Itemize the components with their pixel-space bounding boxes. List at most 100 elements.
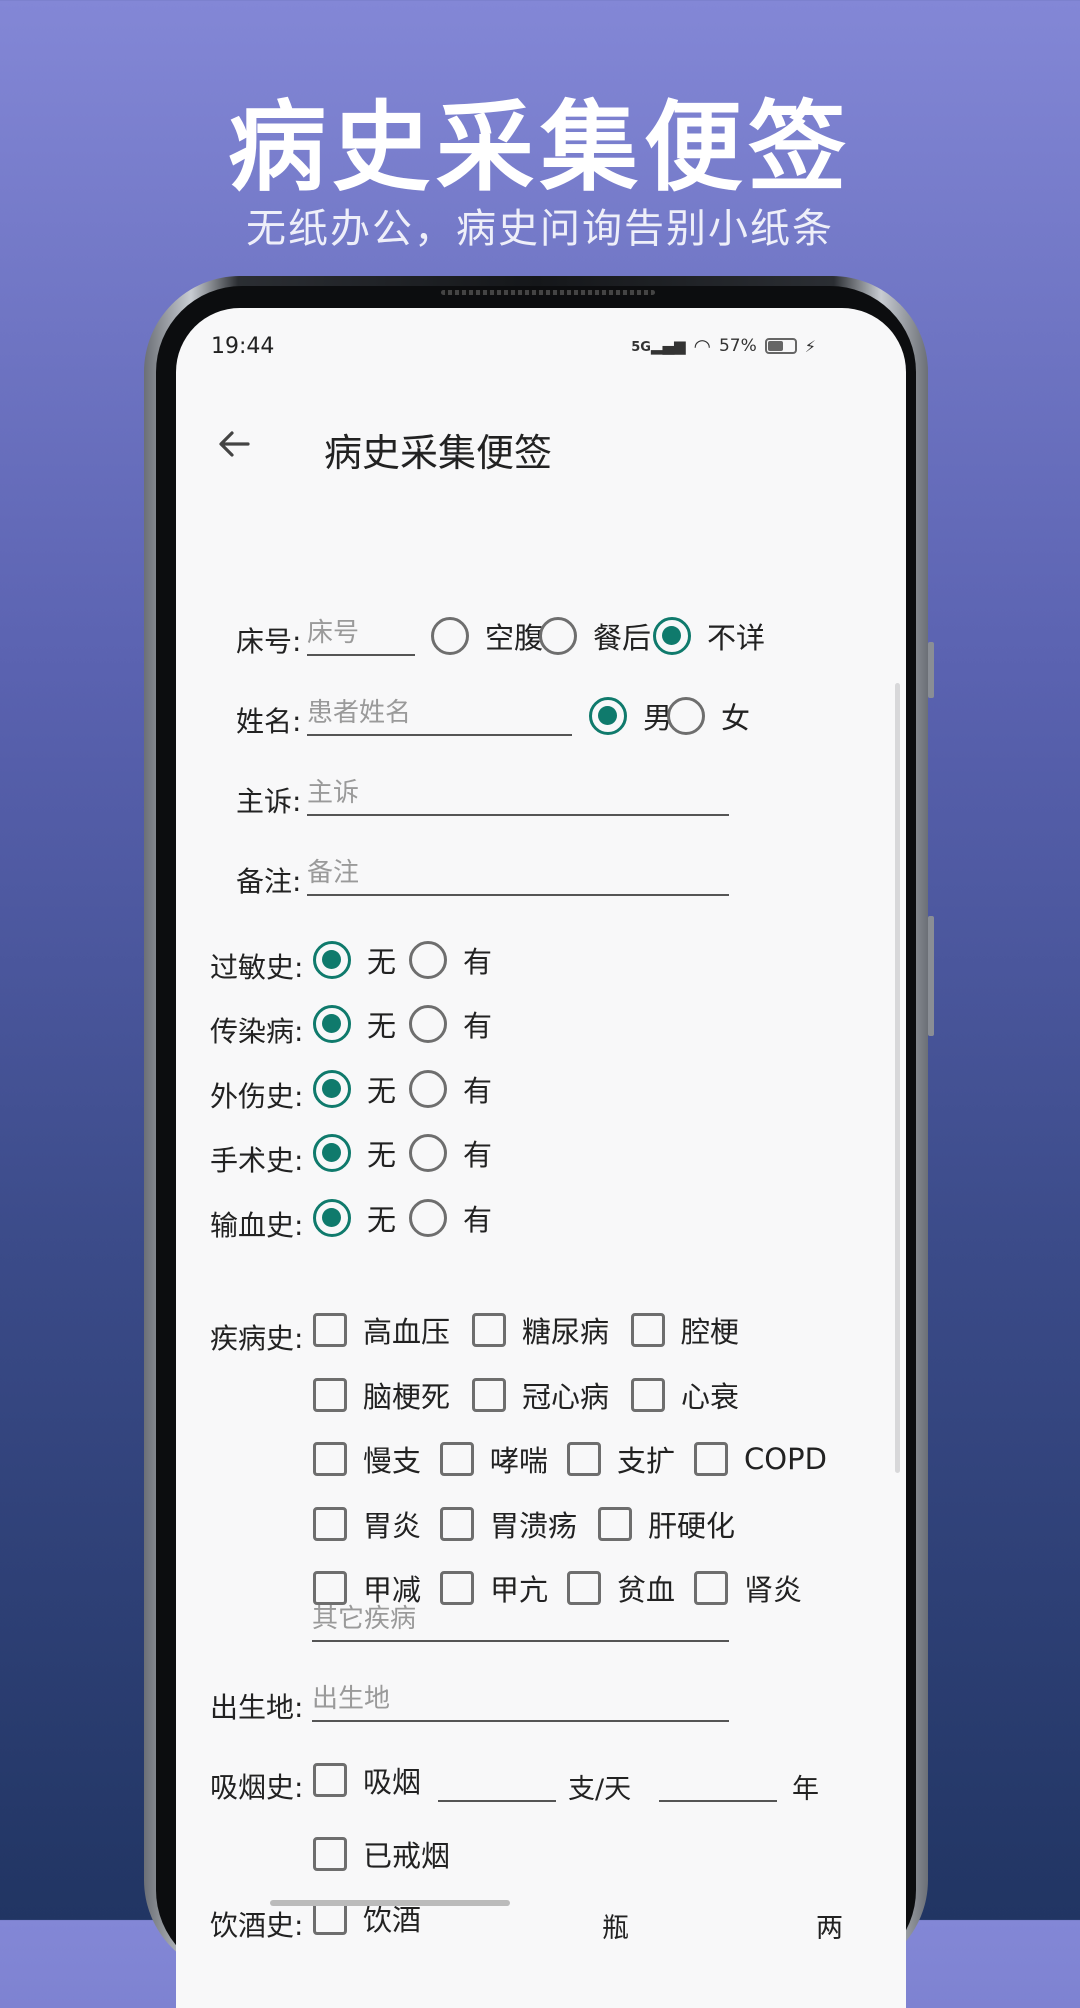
checkbox-disease[interactable]: 糖尿病 (472, 1310, 609, 1350)
radio-unknown-circle[interactable] (653, 617, 691, 655)
radio-history-yes-label: 有 (463, 1203, 493, 1237)
drinking-unit-liang: 两 (816, 1913, 843, 1944)
home-indicator[interactable] (270, 1900, 510, 1906)
checkbox-disease-label: 心衰 (681, 1380, 740, 1414)
radio-male[interactable]: 男 (589, 696, 672, 736)
radio-history-yes[interactable]: 有 (409, 1133, 492, 1173)
bed-label: 床号: (236, 625, 302, 658)
radio-history-yes[interactable]: 有 (409, 940, 492, 980)
promo-title: 病史采集便签 (227, 91, 852, 205)
radio-fasting[interactable]: 空腹 (431, 616, 543, 656)
checkbox-disease-box[interactable] (694, 1442, 728, 1476)
checkbox-disease[interactable]: 哮喘 (440, 1439, 548, 1479)
app-screen: 19:44 5G▂▄▆ ◠ 57% ⚡ 病史采集便签 床号: 床号 空腹 餐后 … (176, 308, 906, 2008)
radio-history-yes[interactable]: 有 (409, 1198, 492, 1238)
radio-history-yes-circle[interactable] (409, 1134, 447, 1172)
checkbox-disease-box[interactable] (313, 1378, 347, 1412)
radio-history-yes-circle[interactable] (409, 1005, 447, 1043)
checkbox-disease[interactable]: COPD (694, 1439, 827, 1479)
checkbox-disease[interactable]: 高血压 (313, 1310, 450, 1350)
radio-history-no-label: 无 (367, 1203, 397, 1237)
radio-history-yes[interactable]: 有 (409, 1069, 492, 1109)
checkbox-smoking-box[interactable] (313, 1763, 347, 1797)
checkbox-disease[interactable]: 心衰 (631, 1375, 739, 1415)
radio-history-no[interactable]: 无 (313, 1133, 396, 1173)
radio-female-label: 女 (721, 701, 751, 735)
checkbox-disease-box[interactable] (472, 1378, 506, 1412)
other-disease-input[interactable] (312, 1600, 729, 1638)
radio-female-circle[interactable] (667, 697, 705, 735)
name-input[interactable] (307, 694, 572, 732)
checkbox-disease-box[interactable] (631, 1378, 665, 1412)
remark-field (307, 854, 729, 896)
checkbox-disease-box[interactable] (440, 1507, 474, 1541)
smoking-years-input[interactable] (659, 1760, 777, 1798)
radio-unknown[interactable]: 不详 (653, 616, 765, 656)
checkbox-disease[interactable]: 冠心病 (472, 1375, 609, 1415)
radio-history-no-circle[interactable] (313, 1134, 351, 1172)
radio-history-no-label: 无 (367, 1074, 397, 1108)
checkbox-disease[interactable]: 腔梗 (631, 1310, 739, 1350)
checkbox-disease[interactable]: 胃炎 (313, 1504, 421, 1544)
radio-history-yes[interactable]: 有 (409, 1004, 492, 1044)
radio-history-no[interactable]: 无 (313, 940, 396, 980)
checkbox-disease[interactable]: 肝硬化 (598, 1504, 735, 1544)
checkbox-drinking-box[interactable] (313, 1901, 347, 1935)
complaint-field (307, 774, 729, 816)
history-label: 传染病: (210, 1015, 304, 1048)
checkbox-disease-box[interactable] (598, 1507, 632, 1541)
status-time: 19:44 (211, 334, 275, 359)
bed-input[interactable] (307, 614, 415, 652)
radio-fasting-circle[interactable] (431, 617, 469, 655)
checkbox-disease-box[interactable] (440, 1442, 474, 1476)
cigarettes-per-day-input[interactable] (438, 1760, 556, 1798)
checkbox-disease-label: 糖尿病 (522, 1315, 610, 1349)
drinking-label: 饮酒史: (210, 1909, 304, 1942)
complaint-input[interactable] (307, 774, 729, 812)
checkbox-disease[interactable]: 支扩 (567, 1439, 675, 1479)
radio-history-yes-label: 有 (463, 1009, 493, 1043)
checkbox-disease-label: COPD (744, 1442, 827, 1476)
radio-history-no-circle[interactable] (313, 1005, 351, 1043)
arrow-left-icon[interactable] (214, 424, 254, 464)
radio-history-yes-circle[interactable] (409, 1070, 447, 1108)
name-field (307, 694, 572, 736)
checkbox-disease-box[interactable] (567, 1442, 601, 1476)
cigarettes-unit: 支/天 (568, 1774, 632, 1805)
radio-history-no[interactable]: 无 (313, 1069, 396, 1109)
checkbox-disease-box[interactable] (313, 1442, 347, 1476)
promo-subtitle: 无纸办公，病史问询告别小纸条 (246, 206, 834, 252)
birthplace-input[interactable] (312, 1680, 729, 1718)
radio-history-yes-circle[interactable] (409, 941, 447, 979)
checkbox-disease[interactable]: 脑梗死 (313, 1375, 450, 1415)
checkbox-quit-smoking-box[interactable] (313, 1837, 347, 1871)
history-label: 手术史: (210, 1144, 304, 1177)
history-label: 过敏史: (210, 951, 304, 984)
checkbox-disease-box[interactable] (472, 1313, 506, 1347)
form-content: 床号: 空腹 餐后 不详 姓名: 男 (176, 504, 906, 2008)
radio-history-no[interactable]: 无 (313, 1198, 396, 1238)
checkbox-disease[interactable]: 胃溃疡 (440, 1504, 577, 1544)
radio-female[interactable]: 女 (667, 696, 750, 736)
radio-postprandial[interactable]: 餐后 (539, 616, 651, 656)
radio-postprandial-circle[interactable] (539, 617, 577, 655)
radio-history-no-circle[interactable] (313, 1070, 351, 1108)
radio-history-no-circle[interactable] (313, 941, 351, 979)
checkbox-disease-box[interactable] (313, 1313, 347, 1347)
battery-icon (764, 338, 797, 354)
checkbox-smoking[interactable]: 吸烟 (313, 1760, 421, 1800)
radio-male-circle[interactable] (589, 697, 627, 735)
checkbox-disease-label: 肾炎 (744, 1573, 803, 1607)
checkbox-quit-smoking[interactable]: 已戒烟 (313, 1834, 450, 1874)
radio-history-no[interactable]: 无 (313, 1004, 396, 1044)
checkbox-disease[interactable]: 慢支 (313, 1439, 421, 1479)
checkbox-disease-label: 冠心病 (522, 1380, 610, 1414)
disease-label: 疾病史: (210, 1322, 304, 1355)
checkbox-disease-box[interactable] (313, 1507, 347, 1541)
radio-history-yes-circle[interactable] (409, 1199, 447, 1237)
scrollbar[interactable] (895, 683, 900, 1473)
radio-history-no-circle[interactable] (313, 1199, 351, 1237)
checkbox-disease-box[interactable] (631, 1313, 665, 1347)
status-bar: 19:44 5G▂▄▆ ◠ 57% ⚡ (176, 308, 906, 394)
remark-input[interactable] (307, 854, 729, 892)
